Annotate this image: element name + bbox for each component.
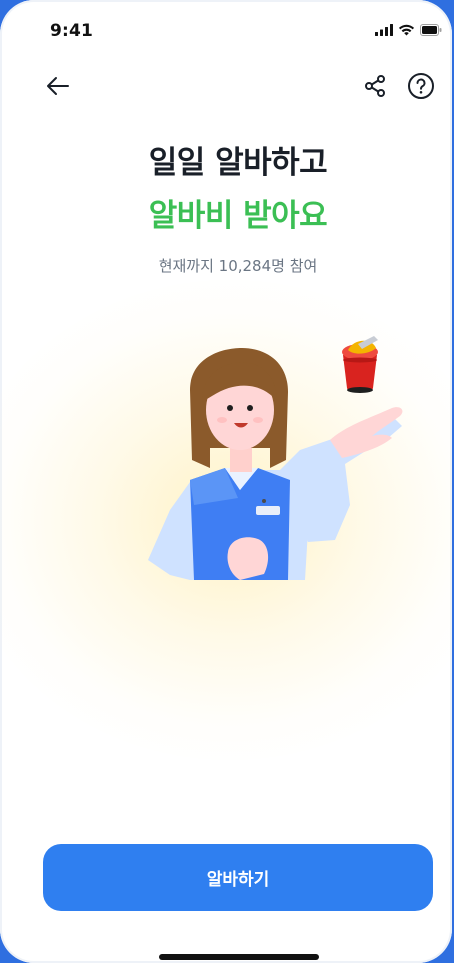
phone-screen: 9:41 일일 알바하고 알바비 받아요 현재까지 10,284명 참여 알바하… [0,0,452,963]
help-circle-icon [407,72,435,104]
page: 9:41 일일 알바하고 알바비 받아요 현재까지 10,284명 참여 알바하… [0,0,454,963]
share-button[interactable] [356,70,394,106]
cup-noodles-icon [342,336,378,393]
battery-icon [420,21,442,40]
help-button[interactable] [401,70,441,106]
arrow-left-icon [46,76,70,100]
home-indicator [159,954,319,960]
status-icons [375,22,442,38]
status-time: 9:41 [50,21,94,41]
hero-title-line2: 알바비 받아요 [148,198,328,234]
clerk-illustration [130,330,420,590]
participants-count: 현재까지 10,284명 참여 [158,257,318,275]
status-bar: 9:41 [0,0,452,60]
share-icon [363,74,387,102]
signal-icon [375,21,393,40]
back-button[interactable] [38,70,78,106]
hero-title-line1: 일일 알바하고 [148,145,328,181]
wifi-icon [398,21,415,40]
start-parttime-button[interactable]: 알바하기 [43,844,433,911]
